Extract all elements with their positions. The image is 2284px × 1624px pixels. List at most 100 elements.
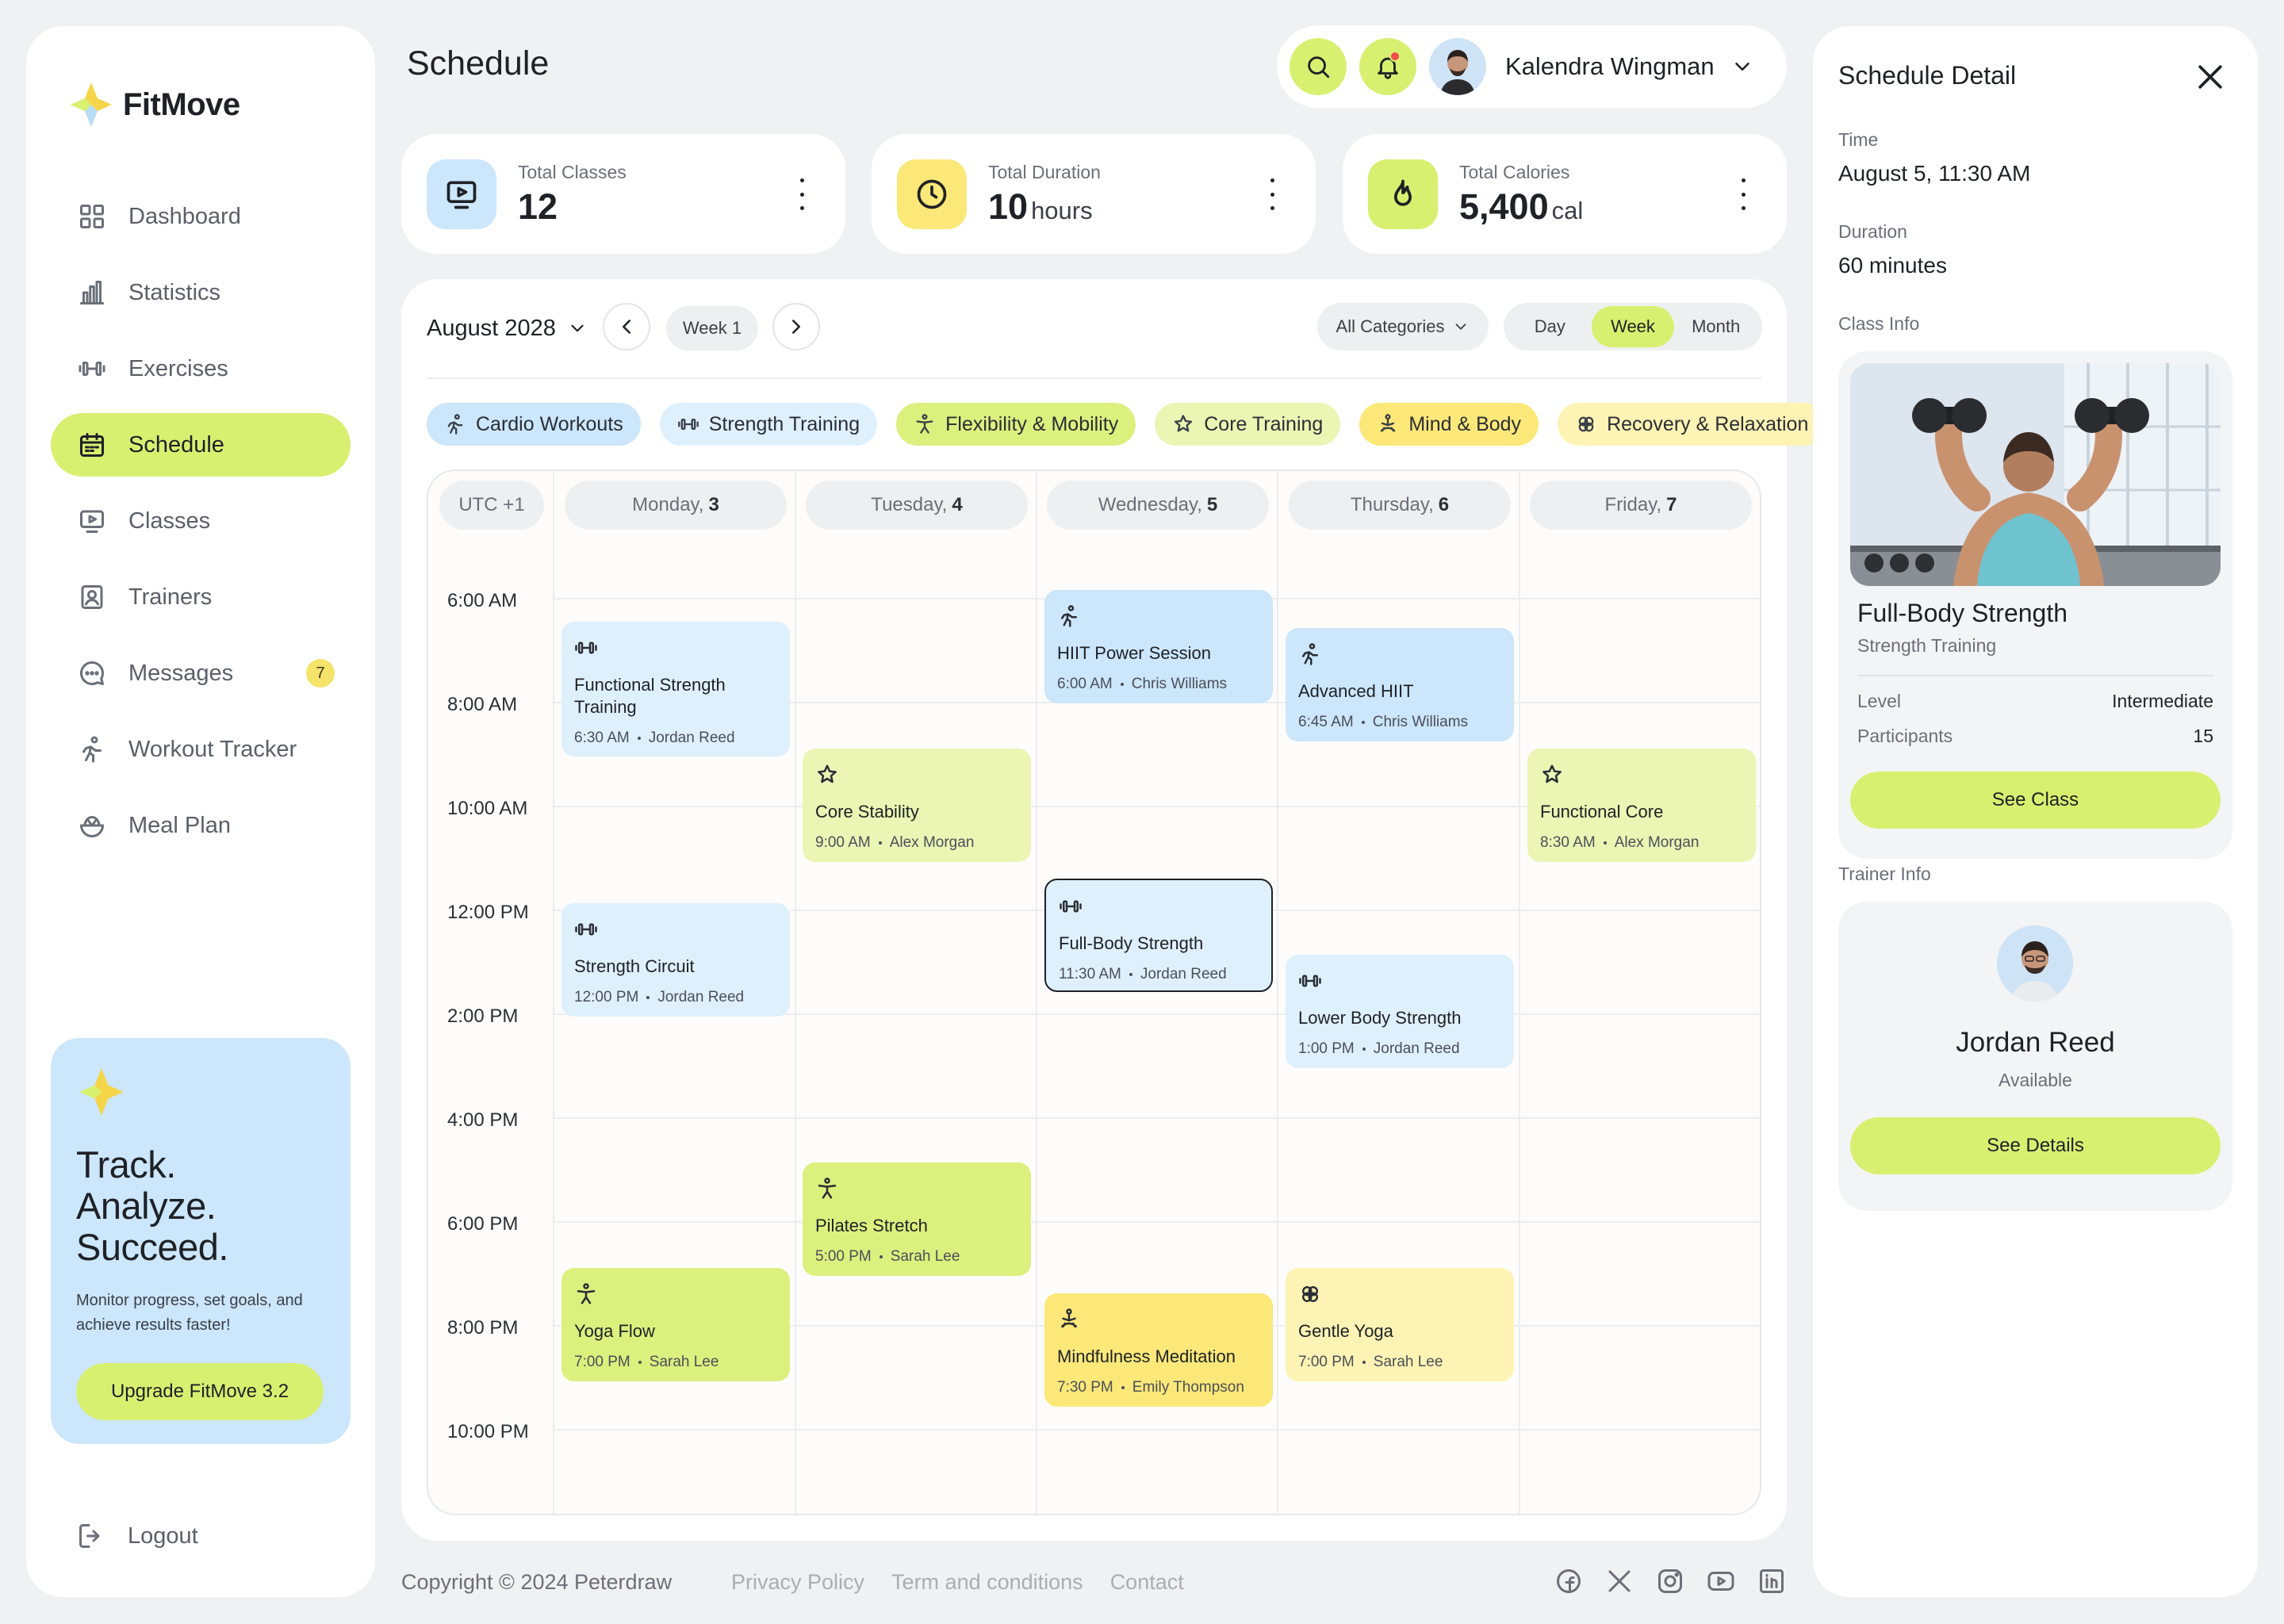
level-label: Level bbox=[1857, 691, 1901, 711]
stat-value: 12 bbox=[518, 186, 561, 228]
privacy-policy-link[interactable]: Privacy Policy bbox=[731, 1570, 864, 1595]
promo-description: Monitor progress, set goals, and achieve… bbox=[76, 1292, 303, 1334]
stat-card-total-duration: Total Duration 10 hours bbox=[872, 134, 1316, 254]
event-pilates-stretch[interactable]: Pilates Stretch 5:00 PM Sarah Lee bbox=[803, 1162, 1031, 1276]
view-day-button[interactable]: Day bbox=[1508, 306, 1592, 347]
day-header-friday: Friday, 7 bbox=[1530, 481, 1752, 530]
event-trainer: Jordan Reed bbox=[657, 989, 745, 1005]
upgrade-button[interactable]: Upgrade FitMove 3.2 bbox=[76, 1363, 324, 1420]
month-select[interactable]: August 2028 bbox=[427, 303, 588, 354]
event-gentle-yoga[interactable]: Gentle Yoga 7:00 PM Sarah Lee bbox=[1286, 1268, 1514, 1381]
category-chip-mind-body[interactable]: Mind & Body bbox=[1359, 403, 1539, 446]
dumbbell-icon bbox=[574, 917, 598, 941]
event-hiit-power-session[interactable]: HIIT Power Session 6:00 AM Chris Williams bbox=[1044, 590, 1273, 703]
category-chip-strength[interactable]: Strength Training bbox=[659, 403, 878, 446]
star-person-icon bbox=[1172, 413, 1194, 435]
header-actions: Kalendra Wingman bbox=[1277, 25, 1787, 108]
user-avatar[interactable] bbox=[1429, 38, 1486, 95]
promo-title-line: Track. bbox=[76, 1143, 176, 1185]
event-yoga-flow[interactable]: Yoga Flow 7:00 PM Sarah Lee bbox=[561, 1268, 790, 1381]
see-details-button[interactable]: See Details bbox=[1850, 1117, 2221, 1174]
grid-line bbox=[554, 1117, 1760, 1119]
stretch-icon bbox=[914, 413, 936, 435]
chevron-right-icon bbox=[784, 315, 808, 339]
sidebar-item-messages[interactable]: Messages 7 bbox=[51, 642, 351, 705]
calendar-icon bbox=[78, 431, 106, 459]
event-meta: 12:00 PM Jordan Reed bbox=[574, 989, 777, 1006]
event-trainer: Alex Morgan bbox=[889, 834, 975, 851]
contact-link[interactable]: Contact bbox=[1110, 1570, 1184, 1595]
stretch-icon bbox=[574, 1282, 598, 1306]
time-label: 12:00 PM bbox=[447, 902, 529, 923]
event-functional-strength-training[interactable]: Functional Strength Training 6:30 AM Jord… bbox=[561, 622, 790, 756]
more-options-button[interactable] bbox=[798, 178, 806, 210]
sidebar-item-classes[interactable]: Classes bbox=[51, 489, 351, 553]
event-advanced-hiit[interactable]: Advanced HIIT 6:45 AM Chris Williams bbox=[1286, 628, 1514, 741]
search-button[interactable] bbox=[1290, 38, 1347, 95]
facebook-icon[interactable] bbox=[1554, 1567, 1583, 1595]
sidebar-item-exercises[interactable]: Exercises bbox=[51, 337, 351, 400]
event-lower-body-strength[interactable]: Lower Body Strength 1:00 PM Jordan Reed bbox=[1286, 955, 1514, 1068]
play-screen-icon bbox=[427, 159, 496, 229]
class-info-card: Full-Body Strength Strength Training Lev… bbox=[1838, 351, 2232, 859]
time-value: August 5, 11:30 AM bbox=[1838, 161, 2031, 186]
event-full-body-strength[interactable]: Full-Body Strength 11:30 AM Jordan Reed bbox=[1044, 879, 1273, 992]
category-chip-cardio[interactable]: Cardio Workouts bbox=[427, 403, 641, 446]
event-functional-core[interactable]: Functional Core 8:30 AM Alex Morgan bbox=[1527, 749, 1756, 862]
event-title: Mindfulness Meditation bbox=[1057, 1346, 1236, 1366]
time-label: 2:00 PM bbox=[447, 1005, 519, 1027]
brand[interactable]: FitMove bbox=[69, 79, 240, 131]
close-icon[interactable] bbox=[2193, 59, 2228, 94]
notifications-button[interactable] bbox=[1359, 38, 1416, 95]
chevron-down-icon[interactable] bbox=[1730, 55, 1754, 79]
trainer-avatar bbox=[1997, 925, 2073, 1002]
terms-link[interactable]: Term and conditions bbox=[891, 1570, 1083, 1595]
logout-button[interactable]: Logout bbox=[77, 1522, 198, 1550]
day-number: 4 bbox=[952, 494, 963, 515]
event-time: 6:00 AM bbox=[1057, 676, 1113, 692]
category-chip-flexibility[interactable]: Flexibility & Mobility bbox=[896, 403, 1136, 446]
event-meta: 5:00 PM Sarah Lee bbox=[815, 1248, 1018, 1266]
event-trainer: Alex Morgan bbox=[1614, 834, 1700, 851]
event-title: Functional Core bbox=[1540, 802, 1664, 822]
view-month-button[interactable]: Month bbox=[1674, 306, 1757, 347]
sidebar-item-label: Schedule bbox=[128, 431, 224, 458]
sidebar-item-workout-tracker[interactable]: Workout Tracker bbox=[51, 718, 351, 781]
stat-number: 5,400 bbox=[1459, 186, 1549, 227]
category-chip-core[interactable]: Core Training bbox=[1155, 403, 1341, 446]
instagram-icon[interactable] bbox=[1656, 1567, 1684, 1595]
sidebar-item-statistics[interactable]: Statistics bbox=[51, 261, 351, 324]
category-filter-select[interactable]: All Categories bbox=[1317, 303, 1489, 350]
sidebar-item-trainers[interactable]: Trainers bbox=[51, 565, 351, 629]
sidebar-item-meal-plan[interactable]: Meal Plan bbox=[51, 794, 351, 857]
sidebar-item-schedule[interactable]: Schedule bbox=[51, 413, 351, 477]
linkedin-icon[interactable] bbox=[1757, 1567, 1786, 1595]
trainer-info-label: Trainer Info bbox=[1838, 864, 1931, 884]
user-name[interactable]: Kalendra Wingman bbox=[1505, 52, 1715, 81]
event-trainer: Jordan Reed bbox=[1140, 966, 1227, 982]
event-mindfulness-meditation[interactable]: Mindfulness Meditation 7:30 PM Emily Thom… bbox=[1044, 1293, 1273, 1407]
x-twitter-icon[interactable] bbox=[1605, 1567, 1634, 1595]
see-class-button[interactable]: See Class bbox=[1850, 772, 2221, 829]
sidebar-item-dashboard[interactable]: Dashboard bbox=[51, 185, 351, 248]
youtube-icon[interactable] bbox=[1707, 1567, 1735, 1595]
sidebar-item-label: Trainers bbox=[128, 584, 213, 610]
event-core-stability[interactable]: Core Stability 9:00 AM Alex Morgan bbox=[803, 749, 1031, 862]
more-options-button[interactable] bbox=[1268, 178, 1276, 210]
sidebar-item-label: Meal Plan bbox=[128, 812, 231, 838]
divider bbox=[1857, 675, 2213, 676]
event-meta: 6:30 AM Jordan Reed bbox=[574, 730, 777, 747]
prev-week-button[interactable] bbox=[603, 303, 650, 350]
next-week-button[interactable] bbox=[772, 303, 820, 350]
sidebar-nav: Dashboard Statistics Exercises Schedule … bbox=[51, 185, 351, 870]
event-title: Strength Circuit bbox=[574, 956, 695, 976]
dumbbell-icon bbox=[1298, 969, 1322, 993]
view-week-button[interactable]: Week bbox=[1591, 306, 1675, 347]
event-trainer: Emily Thompson bbox=[1132, 1379, 1244, 1396]
logout-icon bbox=[77, 1522, 105, 1550]
category-chip-recovery[interactable]: Recovery & Relaxation bbox=[1558, 403, 1826, 446]
sidebar-item-label: Exercises bbox=[128, 355, 228, 381]
event-strength-circuit[interactable]: Strength Circuit 12:00 PM Jordan Reed bbox=[561, 903, 790, 1017]
trainer-status: Available bbox=[1998, 1070, 2072, 1090]
more-options-button[interactable] bbox=[1739, 178, 1747, 210]
